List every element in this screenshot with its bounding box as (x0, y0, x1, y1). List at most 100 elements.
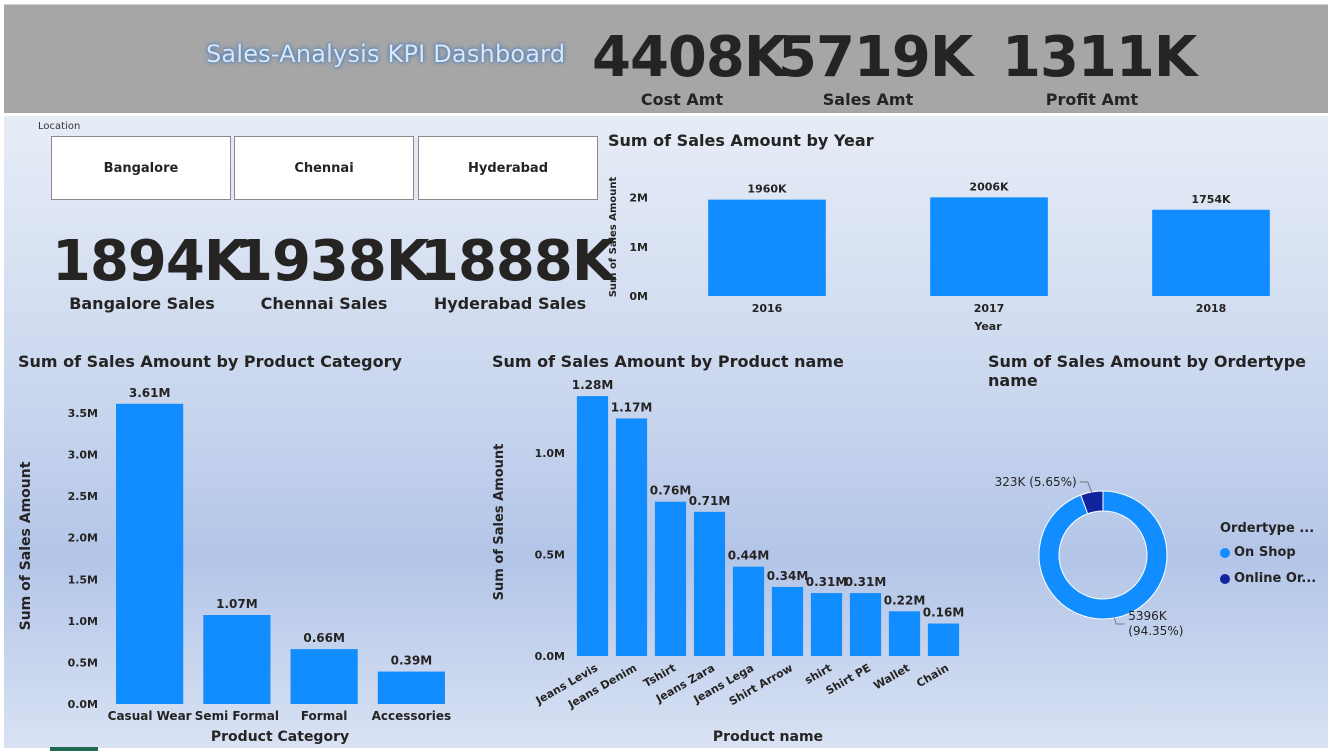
x-tick-label: Semi Formal (195, 709, 279, 723)
bar (927, 623, 960, 656)
y-tick-label: 1.5M (68, 573, 98, 586)
y-tick-label: 1.0M (68, 615, 98, 628)
data-label: 1.07M (216, 597, 258, 611)
year-bar-chart[interactable]: 0M 1M 2M Sum of Sales Amount 1960K 2016 2006K 2… (600, 150, 1320, 350)
bar (930, 197, 1048, 296)
y-tick-label: 2.5M (68, 490, 98, 503)
ordertype-legend-title: Ordertype ... (1220, 521, 1315, 536)
bar (576, 396, 609, 656)
data-label: 1754K (1191, 193, 1231, 206)
bar (693, 511, 726, 656)
bar (849, 593, 882, 656)
data-label: 0.34M (767, 569, 809, 583)
data-label: (94.35%) (1128, 624, 1183, 638)
bangalore-sales-value: 1894K (52, 229, 247, 294)
y-tick-label: 1M (629, 241, 648, 254)
bar (290, 649, 358, 704)
bar (771, 586, 804, 656)
data-label: 0.76M (650, 484, 692, 498)
x-tick-label: 2016 (752, 302, 783, 315)
legend-item-online-order[interactable]: Online Or... (1220, 571, 1316, 586)
chennai-sales-value: 1938K (234, 229, 429, 294)
data-label: 0.16M (923, 606, 965, 620)
bar (203, 615, 271, 704)
kpi-sales-value: 5719K (778, 25, 973, 90)
hyderabad-sales-label: Hyderabad Sales (433, 294, 587, 313)
bangalore-sales-label: Bangalore Sales (69, 294, 215, 313)
x-tick-label: Chain (914, 661, 951, 690)
y-tick-label: 0.5M (68, 656, 98, 669)
leader-line (1113, 617, 1125, 625)
kpi-cost-value: 4408K (592, 25, 787, 90)
x-tick-label: Jeans Denim (565, 661, 639, 711)
x-axis-label: Year (973, 320, 1002, 333)
x-axis-label: Product Category (211, 729, 349, 745)
slicer-option-hyderabad[interactable]: Hyderabad (418, 136, 598, 200)
data-label: 2006K (969, 180, 1009, 193)
legend-dot-icon (1220, 573, 1230, 584)
x-tick-label: 2017 (974, 302, 1005, 315)
bar (116, 403, 184, 704)
location-slicer-title: Location (38, 121, 81, 132)
category-chart-title: Sum of Sales Amount by Product Category (18, 352, 402, 371)
legend-item-on-shop[interactable]: On Shop (1220, 545, 1296, 560)
bar (810, 593, 843, 656)
ordertype-donut-chart[interactable]: 5396K(94.35%) 323K (5.65%) (990, 460, 1220, 660)
y-tick-label: 2M (629, 192, 648, 205)
y-tick-label: 2.0M (68, 532, 98, 545)
x-tick-label: Wallet (871, 661, 912, 692)
kpi-sales-label: Sales Amt (822, 90, 914, 109)
bar (654, 501, 687, 656)
x-tick-label: Formal (301, 709, 348, 723)
slicer-option-bangalore[interactable]: Bangalore (51, 136, 231, 200)
y-tick-label: 3.0M (68, 449, 98, 462)
bar (732, 566, 765, 656)
kpi-cost-label: Cost Amt (640, 90, 724, 109)
leader-line (1079, 481, 1093, 493)
bar (615, 418, 648, 656)
category-bar-chart[interactable]: 0.0M 0.5M 1.0M 1.5M 2.0M 2.5M 3.0M 3.5M Sum of S… (10, 378, 470, 748)
data-label: 3.61M (129, 386, 171, 400)
product-chart-title: Sum of Sales Amount by Product name (492, 352, 844, 371)
bar (377, 671, 445, 704)
hyderabad-sales-value: 1888K (420, 229, 615, 294)
kpi-profit-label: Profit Amt (1045, 90, 1139, 109)
data-label: 0.44M (728, 549, 770, 563)
data-label: 323K (5.65%) (995, 475, 1077, 489)
data-label: 0.22M (884, 593, 926, 607)
data-label: 0.31M (845, 575, 887, 589)
y-tick-label: 0M (629, 290, 648, 303)
x-axis-label: Product name (713, 729, 823, 745)
x-tick-label: Accessories (372, 709, 452, 723)
dashboard-title: Sales-Analysis KPI Dashboard (206, 40, 566, 68)
data-label: 0.31M (806, 575, 848, 589)
y-axis-label: Sum of Sales Amount (608, 177, 619, 298)
data-label: 0.66M (303, 631, 345, 645)
y-axis-label: Sum of Sales Amount (18, 461, 34, 630)
bar (1152, 209, 1270, 296)
y-axis-label: Sum of Sales Amount (492, 444, 507, 601)
product-bar-chart[interactable]: 0.0M 0.5M 1.0M Sum of Sales Amount 1.28M Jean… (485, 378, 975, 748)
x-tick-label: Shirt PE (824, 661, 873, 697)
x-tick-label: Casual Wear (108, 709, 192, 723)
data-label: 1.28M (572, 378, 614, 392)
legend-dot-icon (1220, 547, 1230, 558)
legend-label-on-shop: On Shop (1234, 545, 1296, 560)
data-label: 5396K (1128, 609, 1168, 623)
ordertype-chart-title: Sum of Sales Amount by Ordertype name (988, 352, 1306, 390)
page-tab-indicator (50, 747, 98, 751)
legend-label-online-order: Online Or... (1234, 571, 1317, 586)
data-label: 0.71M (689, 494, 731, 508)
data-label: 1960K (747, 183, 787, 196)
year-chart-title: Sum of Sales Amount by Year (608, 131, 874, 150)
data-label: 1.17M (611, 400, 653, 414)
y-tick-label: 3.5M (68, 407, 98, 420)
y-tick-label: 1.0M (535, 447, 565, 460)
x-tick-label: 2018 (1196, 302, 1227, 315)
slicer-option-chennai[interactable]: Chennai (234, 136, 414, 200)
bar (888, 611, 921, 656)
y-tick-label: 0.0M (68, 698, 98, 711)
data-label: 0.39M (391, 654, 433, 668)
y-tick-label: 0.5M (535, 548, 565, 561)
kpi-profit-value: 1311K (1002, 25, 1197, 90)
